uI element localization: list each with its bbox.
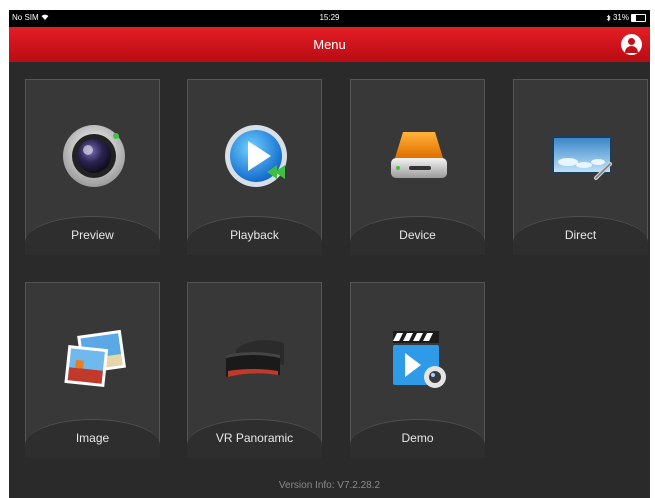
menu-item-preview[interactable]: Preview [25, 79, 160, 255]
status-bar: No SIM 15:29 31% [9, 10, 650, 27]
menu-item-demo[interactable]: Demo [350, 282, 485, 458]
vr-headset-icon [226, 340, 284, 377]
menu-item-vr-panoramic[interactable]: VR Panoramic [187, 282, 322, 458]
menu-item-image[interactable]: Image [25, 282, 160, 458]
menu-item-label: Preview [71, 228, 114, 242]
battery-percent: 31% [612, 13, 629, 22]
playback-icon [225, 125, 287, 187]
menu-item-label: Image [75, 431, 110, 445]
battery-icon [631, 13, 646, 22]
user-icon[interactable] [621, 34, 642, 55]
direct-icon [552, 136, 612, 180]
hard-drive-icon [391, 132, 447, 178]
navigation-bar: Menu [9, 27, 650, 62]
battery-status: 31% [606, 13, 646, 22]
menu-item-label: Demo [401, 431, 434, 445]
clock: 15:29 [319, 13, 340, 22]
menu-item-label: Direct [564, 228, 597, 242]
menu-item-label: VR Panoramic [215, 431, 294, 445]
version-info: Version Info: V7.2.28.2 [278, 480, 381, 491]
camera-icon [63, 125, 125, 187]
menu-item-device[interactable]: Device [350, 79, 485, 255]
photos-icon [64, 329, 126, 388]
bluetooth-icon [606, 14, 611, 21]
app-screen: No SIM 15:29 31% Menu Preview Playback D… [9, 10, 650, 498]
menu-item-playback[interactable]: Playback [187, 79, 322, 255]
page-title: Menu [313, 37, 346, 52]
menu-item-direct[interactable]: Direct [513, 79, 648, 255]
menu-item-label: Playback [230, 228, 279, 242]
menu-item-label: Device [399, 228, 436, 242]
demo-video-icon [393, 331, 446, 388]
